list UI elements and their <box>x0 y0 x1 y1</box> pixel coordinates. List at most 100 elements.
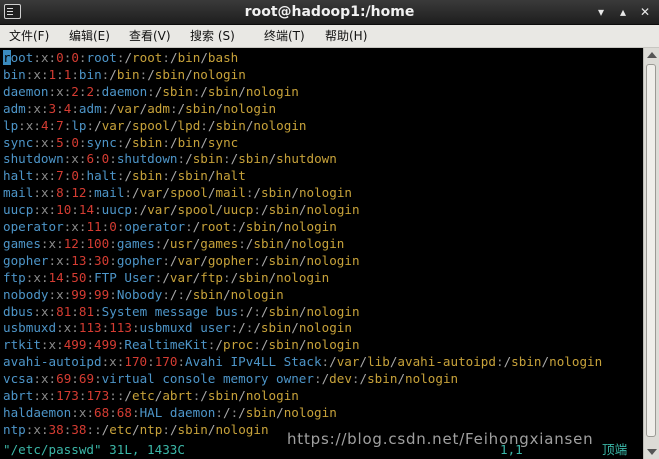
terminal-text-segment: : <box>86 117 95 133</box>
terminal-text-segment: 0 <box>71 50 79 65</box>
menu-file[interactable]: 文件(F) <box>9 25 49 47</box>
terminal-text-segment: : <box>94 371 102 387</box>
terminal-text-segment: : <box>71 371 79 387</box>
terminal-text-segment: / <box>238 83 246 99</box>
terminal-text-segment: x <box>48 235 57 251</box>
terminal-text-segment: 68 <box>116 404 132 420</box>
terminal-text-segment: dev <box>329 371 352 387</box>
terminal-text-segment: var <box>139 185 163 201</box>
terminal-text-segment: / <box>177 100 186 116</box>
terminal-text-segment: : <box>40 100 49 116</box>
terminal-text-segment: var <box>147 202 170 218</box>
terminal-text-segment: shutdown <box>3 151 64 167</box>
terminal-text-segment: / <box>260 303 269 319</box>
terminal-text-segment: gopher <box>207 252 254 268</box>
terminal-text-segment: : <box>48 252 57 268</box>
terminal-output[interactable]: root:x:0:0:root:/root:/bin/bash bin:x:1:1… <box>0 48 643 459</box>
terminal-text-segment: / <box>162 269 170 285</box>
terminal-text-segment: : <box>78 168 87 184</box>
terminal-text-segment: games <box>116 235 155 251</box>
terminal-text-segment: / <box>124 117 133 133</box>
terminal-text-segment: Avahi IPv4LL Stack <box>185 354 322 370</box>
terminal-text-segment: var <box>101 117 125 133</box>
terminal-text-segment: usbmuxd <box>3 320 57 336</box>
menu-terminal[interactable]: 终端(T) <box>264 25 305 47</box>
terminal-text-segment: 7 <box>56 117 64 133</box>
terminal-text-segment: FTP User <box>94 269 155 285</box>
terminal-text-segment: x <box>56 252 64 268</box>
text-cursor: r <box>3 50 11 65</box>
terminal-text-segment: avahi-autoipd <box>397 354 496 370</box>
terminal-text-segment: : <box>56 320 64 336</box>
terminal-text-segment: sbin <box>238 269 269 285</box>
terminal-text-segment: : <box>56 337 64 353</box>
vertical-scrollbar[interactable] <box>643 48 659 459</box>
terminal-text-segment: sync <box>3 134 34 150</box>
menu-edit[interactable]: 编辑(E) <box>69 25 110 47</box>
status-file-info: "/etc/passwd" 31L, 1433C <box>3 442 185 457</box>
terminal-line: ntp:x:38:38::/etc/ntp:/sbin/nologin <box>3 421 269 438</box>
terminal-text-segment: spool <box>169 185 208 201</box>
terminal-text-segment: root <box>86 50 117 65</box>
terminal-text-segment: nologin <box>230 286 284 302</box>
terminal-text-segment: sbin <box>162 83 193 99</box>
terminal-text-segment: sbin <box>268 202 299 218</box>
terminal-line: ftp:x:14:50:FTP User:/var/ftp:/sbin/nolo… <box>3 269 329 286</box>
terminal-text-segment: / <box>200 83 208 99</box>
terminal-text-segment: nologin <box>298 320 352 336</box>
terminal-window: root@hadoop1:/home ▾ ▴ ✕ 文件(F) 编辑(E) 查看(… <box>0 0 659 459</box>
scroll-up-arrow-icon[interactable] <box>647 52 657 58</box>
terminal-text-segment: : <box>131 320 140 336</box>
terminal-text-segment: / <box>169 202 178 218</box>
terminal-text-segment: x <box>71 219 79 234</box>
terminal-text-segment: / <box>223 286 231 302</box>
terminal-text-segment: : <box>238 235 246 251</box>
terminal-text-segment: 6 <box>86 151 95 167</box>
terminal-text-segment: 3 <box>48 100 57 116</box>
terminal-text-segment: : <box>86 269 95 285</box>
scrollbar-thumb[interactable] <box>646 64 656 437</box>
terminal-text-segment: / <box>169 168 178 184</box>
terminal-text-segment: 173 <box>56 388 79 403</box>
terminal-text-segment: 113 <box>78 320 102 336</box>
close-icon[interactable]: ✕ <box>636 3 654 21</box>
terminal-text-segment: : <box>86 286 95 302</box>
terminal-text-segment: : <box>253 202 261 218</box>
menu-search[interactable]: 搜索 (S) <box>190 25 235 47</box>
terminal-text-segment: x <box>33 100 41 116</box>
terminal-text-segment: / <box>124 50 133 65</box>
terminal-text-segment: : <box>48 168 57 184</box>
terminal-text-segment: adm <box>78 100 102 116</box>
terminal-line: nobody:x:99:99:Nobody:/:/sbin/nologin <box>3 286 284 303</box>
status-scroll-indicator: 顶端 <box>602 442 628 457</box>
menu-view[interactable]: 查看(V) <box>129 25 171 47</box>
terminal-text-segment: sbin <box>132 168 163 184</box>
terminal-text-segment: var <box>116 100 140 116</box>
terminal-text-segment: ntp <box>3 421 26 437</box>
minimize-icon[interactable]: ▾ <box>592 3 610 21</box>
terminal-text-segment: / <box>215 202 224 218</box>
terminal-text-segment: / <box>109 100 117 116</box>
terminal-line: daemon:x:2:2:daemon:/sbin:/sbin/nologin <box>3 83 299 100</box>
window-title: root@hadoop1:/home <box>244 4 415 20</box>
terminal-line: root:x:0:0:root:/root:/bin/bash <box>3 49 238 66</box>
terminal-text-segment: 499 <box>63 337 87 353</box>
terminal-text-segment: : <box>86 337 95 353</box>
terminal-text-segment: lp <box>3 117 19 133</box>
title-bar[interactable]: root@hadoop1:/home ▾ ▴ ✕ <box>0 0 659 25</box>
terminal-text-segment: : <box>230 320 239 336</box>
terminal-text-segment: sbin <box>367 371 398 387</box>
terminal-text-segment: 68 <box>94 404 110 420</box>
terminal-text-segment: : <box>71 404 79 420</box>
terminal-text-segment: x <box>33 421 41 437</box>
terminal-text-segment: 0 <box>71 168 79 184</box>
terminal-text-segment: / <box>222 404 231 420</box>
terminal-text-segment: sbin <box>238 151 269 167</box>
terminal-text-segment: : <box>56 100 64 116</box>
terminal-text-segment: 81 <box>78 303 95 319</box>
maximize-icon[interactable]: ▴ <box>614 3 632 21</box>
menu-help[interactable]: 帮助(H) <box>325 25 367 47</box>
terminal-line: uucp:x:10:14:uucp:/var/spool/uucp:/sbin/… <box>3 201 360 218</box>
terminal-text-segment: / <box>94 117 102 133</box>
scroll-down-arrow-icon[interactable] <box>647 449 657 455</box>
